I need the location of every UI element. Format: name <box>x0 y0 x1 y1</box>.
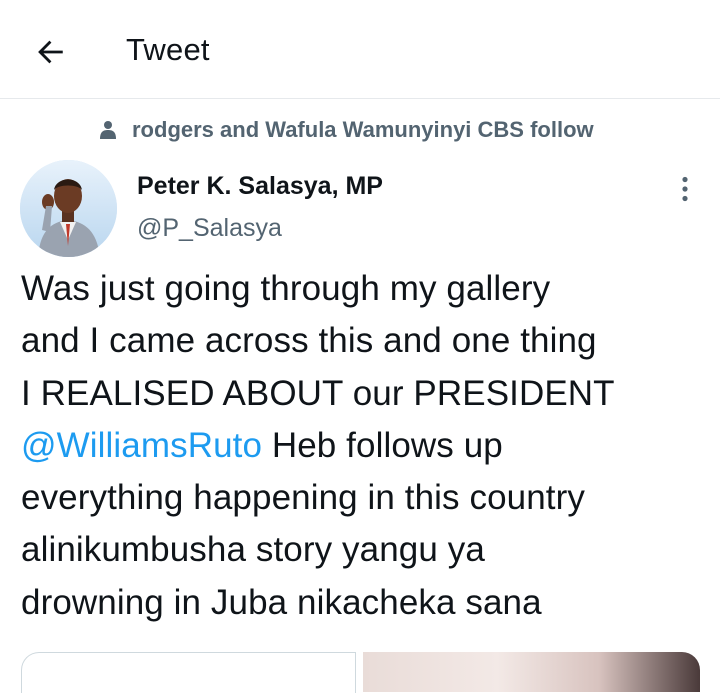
social-context-text: rodgers and Wafula Wamunyinyi CBS follow <box>132 117 594 142</box>
back-button[interactable] <box>28 30 72 74</box>
top-bar: Tweet <box>0 0 720 99</box>
person-icon <box>98 119 118 141</box>
media-thumbnail-right[interactable] <box>363 652 700 692</box>
social-context[interactable]: rodgers and Wafula Wamunyinyi CBS follow <box>98 114 594 146</box>
mention-link[interactable]: @WilliamsRuto <box>21 426 262 465</box>
more-vertical-icon <box>682 176 688 202</box>
tweet-text: Was just going through my gallery and I … <box>21 263 706 629</box>
avatar[interactable] <box>20 160 117 257</box>
tweet-text-before: Was just going through my gallery and I … <box>21 269 615 413</box>
media-thumbnail-left[interactable] <box>21 652 356 693</box>
page-title: Tweet <box>126 32 210 67</box>
author-handle[interactable]: @P_Salasya <box>137 212 282 244</box>
author-name[interactable]: Peter K. Salasya, MP <box>137 170 383 202</box>
more-options-button[interactable] <box>668 172 702 206</box>
arrow-left-icon <box>38 40 63 64</box>
